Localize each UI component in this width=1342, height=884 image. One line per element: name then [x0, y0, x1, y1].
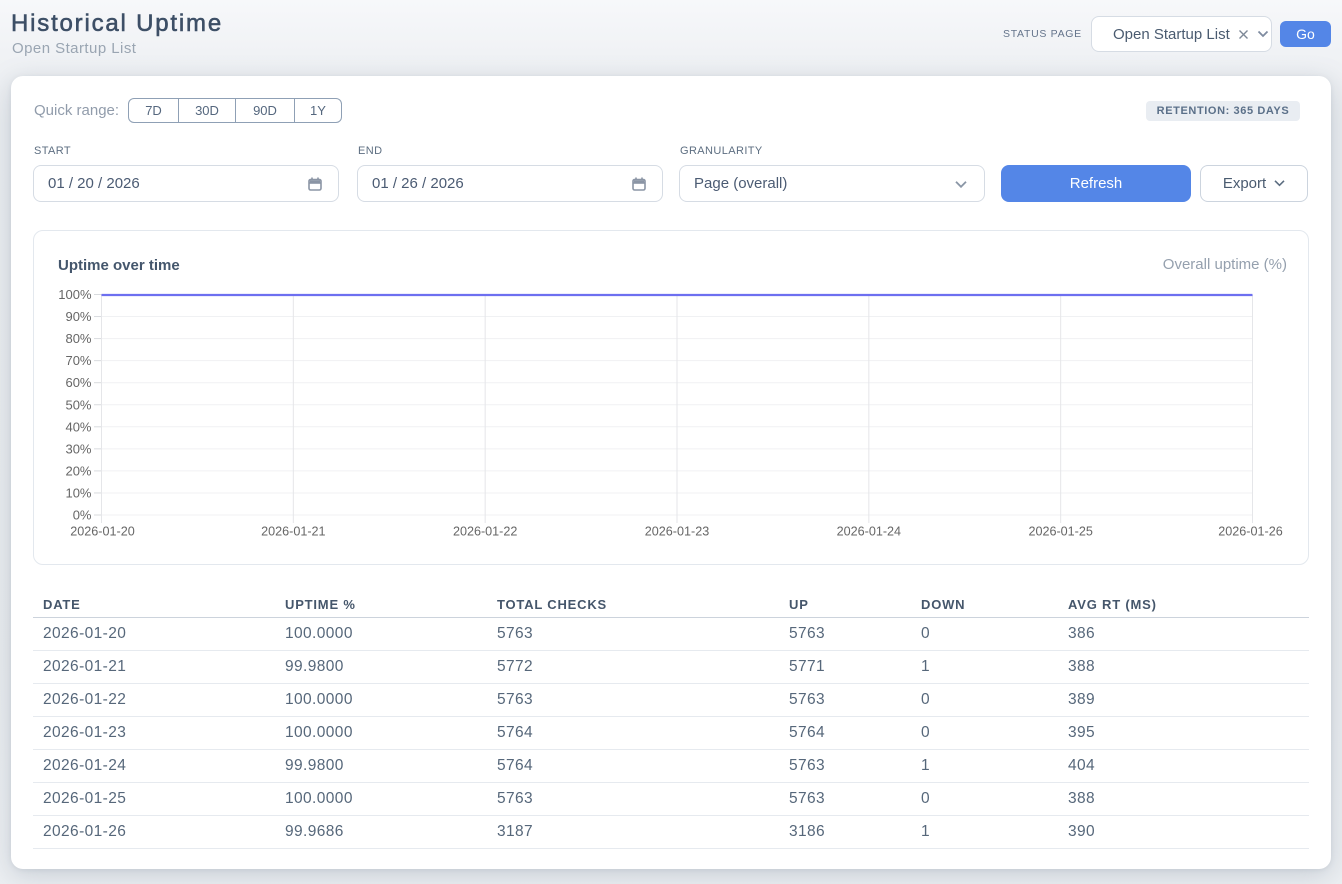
svg-text:2026-01-25: 2026-01-25 — [1028, 525, 1092, 539]
svg-text:2026-01-20: 2026-01-20 — [70, 525, 134, 539]
svg-text:2026-01-21: 2026-01-21 — [261, 525, 325, 539]
svg-text:10%: 10% — [65, 485, 91, 500]
svg-text:0%: 0% — [73, 508, 92, 523]
svg-text:2026-01-23: 2026-01-23 — [645, 525, 709, 539]
svg-text:2026-01-22: 2026-01-22 — [453, 525, 517, 539]
svg-text:70%: 70% — [65, 353, 91, 368]
svg-text:90%: 90% — [65, 309, 91, 324]
svg-text:40%: 40% — [65, 419, 91, 434]
svg-text:20%: 20% — [65, 463, 91, 478]
svg-text:2026-01-26: 2026-01-26 — [1218, 525, 1282, 539]
svg-text:2026-01-24: 2026-01-24 — [837, 525, 901, 539]
svg-text:50%: 50% — [65, 397, 91, 412]
svg-text:80%: 80% — [65, 331, 91, 346]
svg-text:100%: 100% — [58, 287, 92, 302]
svg-text:60%: 60% — [65, 375, 91, 390]
svg-text:30%: 30% — [65, 441, 91, 456]
